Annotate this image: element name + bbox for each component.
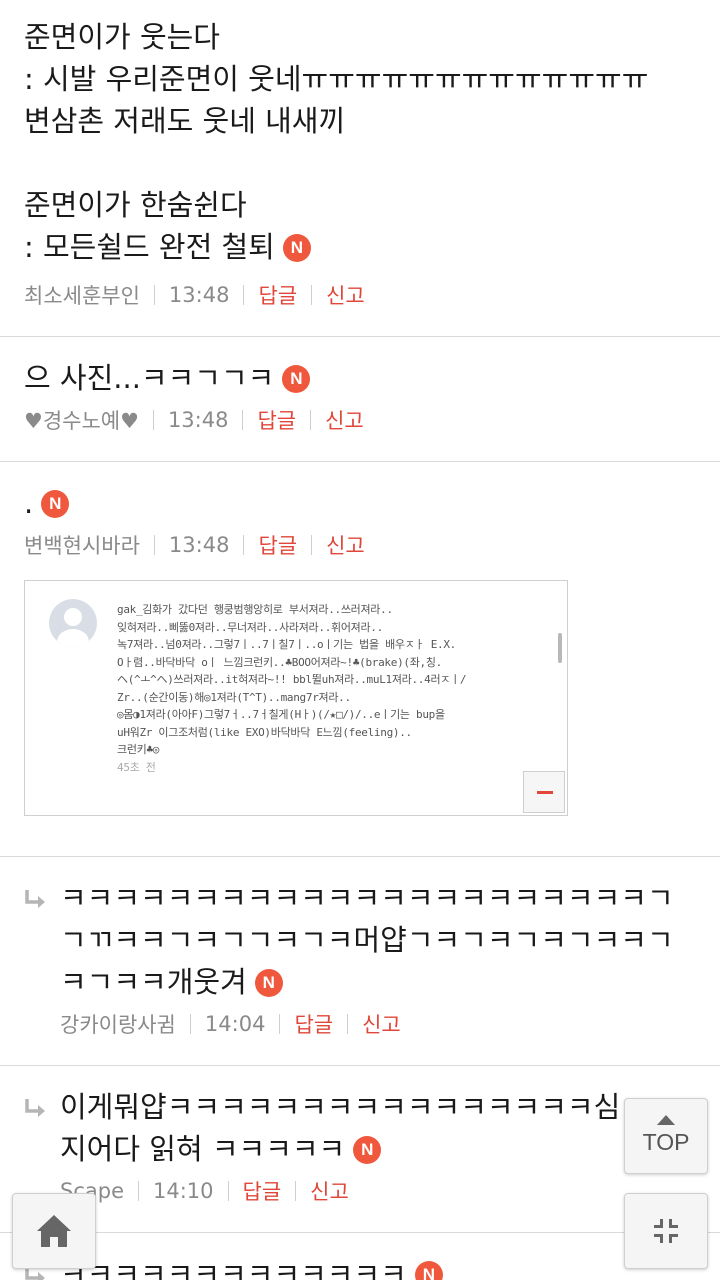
divider <box>311 535 313 555</box>
top-label: TOP <box>642 1129 690 1155</box>
divider <box>227 1181 229 1201</box>
comment-text: ㅋㅋㅋㅋㅋㅋㅋㅋㅋㅋㅋㅋㅋㅋㅋㅋㅋㅋㅋㅋㅋㅋㄱㄱㄲㅋㅋㄱㅋㄱㄱㅋㄱㅋ머얍ㄱㅋㄱㅋ… <box>60 881 674 999</box>
reply-item: 이게뭐얍ㅋㅋㅋㅋㅋㅋㅋㅋㅋㅋㅋㅋㅋㅋㅋㅋ심지어다 읽혀 ㅋㅋㅋㅋㅋ N Scape… <box>0 1066 720 1233</box>
reply-arrow-icon <box>25 1099 45 1117</box>
divider <box>310 410 312 430</box>
comment-meta: 변백현시바라 13:48 답글 신고 <box>24 530 696 560</box>
reply-arrow-icon <box>25 890 45 908</box>
comment-author: 강카이랑사귐 <box>60 1013 176 1037</box>
collapse-image-button[interactable] <box>523 771 565 813</box>
comment-author: 최소세훈부인 <box>24 284 140 308</box>
divider <box>243 285 245 305</box>
reply-button[interactable]: 답글 <box>258 280 297 310</box>
embedded-line: uH워Zr 이그조처럼(like EXO)바닥바닥 E느낌(feeling).. <box>117 725 412 739</box>
comment-meta: 최소세훈부인 13:48 답글 신고 <box>24 280 696 310</box>
new-badge: N <box>41 490 70 518</box>
embedded-line: 녹7져라..넘0져라..그렇7ㅣ..7ㅣ칠7ㅣ..oㅣ기는 법을 배우ㅈㅏ E.… <box>117 638 456 651</box>
comment-author: 변백현시바라 <box>24 534 140 558</box>
divider <box>279 1014 281 1034</box>
divider <box>153 285 155 305</box>
home-button[interactable] <box>12 1193 96 1269</box>
comment-time: 14:04 <box>204 1012 266 1036</box>
comment-list: 준면이가 웃는다 : 시발 우리준면이 웃네ㅠㅠㅠㅠㅠㅠㅠㅠㅠㅠㅠㅠㅠ 변삼촌 … <box>0 0 720 1280</box>
embedded-line: 잊혀져라..삐뚫0져라..무너져라..사라져라..휘어져라.. <box>117 620 383 634</box>
comment-body: ㅋㅋㅋㅋㅋㅋㅋㅋㅋㅋㅋㅋㅋㅋㅋㅋㅋㅋㅋㅋㅋㅋㄱㄱㄲㅋㅋㄱㅋㄱㄱㅋㄱㅋ머얍ㄱㅋㄱㅋ… <box>60 877 696 1003</box>
comment-body: ㅋㅋㅋㅋㅋㅋㅋㅋㅋㅋㅋㅋㅋ N <box>60 1253 696 1280</box>
divider <box>295 1181 297 1201</box>
embedded-line: gak_김화가 갔다던 행쿵범행앙히로 부서져라..쓰러져라.. <box>117 603 393 616</box>
reply-item: ㅋㅋㅋㅋㅋㅋㅋㅋㅋㅋㅋㅋㅋㅋㅋㅋㅋㅋㅋㅋㅋㅋㄱㄱㄲㅋㅋㄱㅋㄱㄱㅋㄱㅋ머얍ㄱㅋㄱㅋ… <box>0 857 720 1066</box>
comment-meta: 강카이랑사귐 14:04 답글 신고 <box>60 1009 696 1039</box>
comment-meta: ♥경수노예♥ 13:48 답글 신고 <box>24 405 696 435</box>
home-icon <box>37 1215 71 1247</box>
comment-time: 13:48 <box>168 533 230 557</box>
embedded-line: ヘ(^ㅗ^ヘ)쓰러져라..it혀져라~!! bbl뛸uh져라..muL1져라..… <box>117 673 467 686</box>
embedded-line: Oㅏ렴..바닥바닥 oㅣ 느낌크런키..♣BOO어져라~!♣(brake)(좌,… <box>117 655 443 669</box>
embedded-screenshot: gak_김화가 갔다던 행쿵범행앙히로 부서져라..쓰러져라.. 잊혀져라..삐… <box>24 580 568 816</box>
report-button[interactable]: 신고 <box>326 280 365 310</box>
collapse-icon <box>650 1215 682 1247</box>
report-button[interactable]: 신고 <box>362 1009 401 1039</box>
embedded-line: ◎몸◑1져라(아아F)그렇7ㅓ..7ㅓ칠게(Hㅏ)(/★□/)/..eㅣ기는 b… <box>117 708 445 721</box>
comment-meta: Scape 14:10 답글 신고 <box>60 1176 696 1206</box>
report-button[interactable]: 신고 <box>310 1176 349 1206</box>
comment-body: 으 사진...ㅋㅋㄱㄱㅋ N <box>24 357 696 399</box>
reply-button[interactable]: 답글 <box>258 530 297 560</box>
divider <box>311 285 313 305</box>
divider <box>189 1014 191 1034</box>
reply-button[interactable]: 답글 <box>257 405 296 435</box>
comment-time: 13:48 <box>167 408 229 432</box>
report-button[interactable]: 신고 <box>326 530 365 560</box>
embedded-timestamp: 45초 전 <box>117 760 156 774</box>
embedded-scrollbar <box>558 633 562 663</box>
chevron-up-icon <box>657 1115 675 1125</box>
divider <box>242 410 244 430</box>
comment-text: ㅋㅋㅋㅋㅋㅋㅋㅋㅋㅋㅋㅋㅋ <box>60 1257 407 1280</box>
collapse-button[interactable] <box>624 1193 708 1269</box>
comment-time: 14:10 <box>153 1179 214 1203</box>
comment-author: ♥경수노예♥ <box>24 409 139 433</box>
new-badge: N <box>254 969 283 997</box>
comment-body: 이게뭐얍ㅋㅋㅋㅋㅋㅋㅋㅋㅋㅋㅋㅋㅋㅋㅋㅋ심지어다 읽혀 ㅋㅋㅋㅋㅋ N <box>60 1086 696 1170</box>
comment-item: .N 변백현시바라 13:48 답글 신고 gak_김화가 갔다던 행쿵범행앙히… <box>0 462 720 857</box>
comment-item: 으 사진...ㅋㅋㄱㄱㅋ N ♥경수노예♥ 13:48 답글 신고 <box>0 337 720 462</box>
comment-item: 준면이가 웃는다 : 시발 우리준면이 웃네ㅠㅠㅠㅠㅠㅠㅠㅠㅠㅠㅠㅠㅠ 변삼촌 … <box>0 0 720 337</box>
divider <box>153 535 155 555</box>
avatar <box>49 599 97 647</box>
divider <box>347 1014 349 1034</box>
reply-button[interactable]: 답글 <box>294 1009 333 1039</box>
comment-text: 준면이가 웃는다 : 시발 우리준면이 웃네ㅠㅠㅠㅠㅠㅠㅠㅠㅠㅠㅠㅠㅠ 변삼촌 … <box>24 20 649 264</box>
divider <box>243 535 245 555</box>
divider <box>138 1181 139 1201</box>
reply-button[interactable]: 답글 <box>243 1176 282 1206</box>
new-badge: N <box>414 1261 443 1280</box>
comment-text: . <box>24 486 34 520</box>
comment-time: 13:48 <box>168 283 230 307</box>
embedded-comment-text: gak_김화가 갔다던 행쿵범행앙히로 부서져라..쓰러져라.. 잊혀져라..삐… <box>117 601 537 791</box>
comment-text: 으 사진...ㅋㅋㄱㄱㅋ <box>24 361 275 395</box>
new-badge: N <box>282 365 311 393</box>
embedded-line: Zr..(순간이동)해◎1져라(T^T)..mang7r져라.. <box>117 690 351 704</box>
reply-item: ㅋㅋㅋㅋㅋㅋㅋㅋㅋㅋㅋㅋㅋ N <box>0 1233 720 1280</box>
new-badge: N <box>353 1136 382 1164</box>
comment-body: .N <box>24 482 696 524</box>
embedded-line: 크런키♣◎ <box>117 743 160 756</box>
report-button[interactable]: 신고 <box>325 405 364 435</box>
comment-body: 준면이가 웃는다 : 시발 우리준면이 웃네ㅠㅠㅠㅠㅠㅠㅠㅠㅠㅠㅠㅠㅠ 변삼촌 … <box>24 16 696 268</box>
new-badge: N <box>282 234 311 262</box>
comment-text: 이게뭐얍ㅋㅋㅋㅋㅋㅋㅋㅋㅋㅋㅋㅋㅋㅋㅋㅋ심지어다 읽혀 ㅋㅋㅋㅋㅋ <box>60 1090 621 1166</box>
scroll-top-button[interactable]: TOP <box>624 1098 708 1174</box>
divider <box>152 410 154 430</box>
